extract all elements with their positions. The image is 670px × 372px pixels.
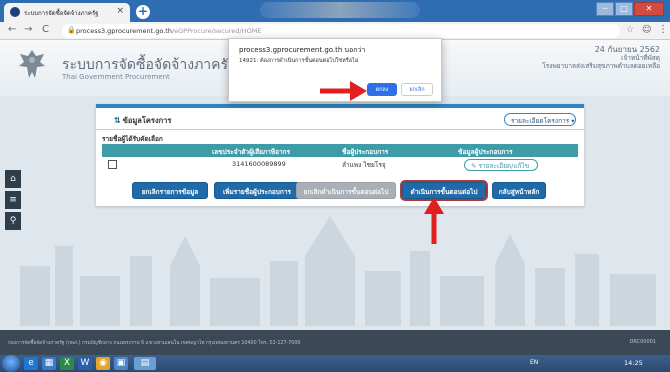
row-checkbox[interactable] <box>108 160 117 169</box>
edit-details-label: รายละเอียด/แก้ไข <box>478 162 530 170</box>
windows-start-button[interactable] <box>2 355 20 372</box>
new-tab-button[interactable]: + <box>136 5 150 19</box>
table-row: 3141600089899 ลำแพง ไชยโรจุ ✎ รายละเอียด… <box>102 157 578 172</box>
action-button-row: ยกเลิกรายการข้อมูล เพิ่มรายชื่อผู้ประกอบ… <box>96 180 584 202</box>
site-footer: กองการจัดซื้อจัดจ้างภาครัฐ (กพภ.) กรมบัญ… <box>0 330 670 355</box>
edit-icon: ✎ <box>471 162 477 170</box>
title-bar-blur <box>260 2 420 18</box>
site-favicon-icon <box>10 7 20 17</box>
browser-menu-icon[interactable]: ⋮ <box>658 24 668 35</box>
forward-arrow-icon[interactable]: → <box>24 24 32 35</box>
site-subtitle: Thai Government Procurement <box>62 73 170 81</box>
selected-vendors-label: รายชื่อผู้ได้รับคัดเลือก <box>102 135 163 143</box>
dialog-cancel-button[interactable]: ยกเลิก <box>401 83 433 96</box>
window-maximize-button[interactable]: □ <box>615 2 633 16</box>
dialog-title: process3.gprocurement.go.th บอกว่า <box>239 46 366 54</box>
footer-address: กองการจัดซื้อจัดจ้างภาครัฐ (กพภ.) กรมบัญ… <box>8 341 301 346</box>
window-controls: ─ □ ✕ <box>596 2 664 18</box>
ppt-icon[interactable]: ▣ <box>114 357 128 370</box>
home-icon[interactable]: ⌂ <box>5 170 21 188</box>
tab-title: ระบบการจัดซื้อจัดจ้างภาครัฐ <box>24 10 99 17</box>
browser-tab-bar: ระบบการจัดซื้อจัดจ้างภาครัฐ × + ─ □ ✕ <box>0 0 670 22</box>
reload-icon[interactable]: C <box>42 24 49 35</box>
cancel-info-button[interactable]: ยกเลิกรายการข้อมูล <box>132 182 208 199</box>
search-icon[interactable]: ⚲ <box>5 212 21 230</box>
footer-code: DRC00001 <box>629 339 656 345</box>
annotation-arrow-right-icon <box>320 81 367 101</box>
back-arrow-icon[interactable]: ← <box>8 24 16 35</box>
garuda-emblem-icon <box>19 50 45 78</box>
cell-vendor-name: ลำแพง ไชยโรจุ <box>342 161 386 169</box>
active-window-icon[interactable]: ▤ <box>134 357 156 370</box>
annotation-arrow-up-icon <box>424 197 444 244</box>
table-header: เลขประจำตัวผู้เสียภาษีอากร ชื่อผู้ประกอบ… <box>102 144 578 157</box>
column-header-vendor-info: ข้อมูลผู้ประกอบการ <box>458 148 513 156</box>
profile-icon[interactable]: ☺ <box>642 25 651 35</box>
add-vendor-button[interactable]: เพิ่มรายชื่อผู้ประกอบการ <box>214 182 300 199</box>
system-clock[interactable]: 14:25 <box>624 359 643 367</box>
language-indicator[interactable]: EN <box>530 359 538 366</box>
windows-taskbar: e ▦ X W ◉ ▣ ▤ EN 14:25 <box>0 355 670 372</box>
cell-tax-id: 3141600089899 <box>232 160 286 168</box>
side-menu: ⌂ ≡ ⚲ <box>5 170 21 233</box>
ie-icon[interactable]: e <box>24 357 38 370</box>
column-header-vendor-name: ชื่อผู้ประกอบการ <box>342 148 389 156</box>
menu-icon[interactable]: ≡ <box>5 191 21 209</box>
project-info-card: ⇅ ข้อมูลโครงการ รายละเอียดโครงการ ▾ รายชื… <box>96 104 584 206</box>
card-header: ⇅ ข้อมูลโครงการ รายละเอียดโครงการ ▾ <box>96 108 584 130</box>
agency-name-link[interactable]: โรงพยาบาลส่งเสริมสุขภาพตำบลดอยเหลือ <box>542 61 660 71</box>
dialog-ok-button[interactable]: ตกลง <box>367 83 397 96</box>
card-title-text: ข้อมูลโครงการ <box>122 116 172 125</box>
project-detail-dropdown[interactable]: รายละเอียดโครงการ ▾ <box>504 113 576 126</box>
card-title: ⇅ ข้อมูลโครงการ <box>114 115 171 127</box>
excel-icon[interactable]: X <box>60 357 74 370</box>
browser-tab[interactable]: ระบบการจัดซื้อจัดจ้างภาครัฐ × <box>4 3 130 22</box>
window-minimize-button[interactable]: ─ <box>596 2 614 16</box>
dialog-message: 14921: ต้องการดำเนินการขั้นตอนต่อไปใช่หร… <box>239 58 359 64</box>
url-input[interactable]: 🔒 process3.gprocurement.go.th/eGPProcure… <box>62 24 620 38</box>
word-icon[interactable]: W <box>78 357 92 370</box>
cancel-next-step-button[interactable]: ยกเลิกดำเนินการขั้นตอนต่อไป <box>296 182 396 199</box>
url-host: process3.gprocurement.go.th <box>76 27 172 35</box>
bookmark-star-icon[interactable]: ☆ <box>626 25 634 35</box>
url-path: /eGPProcure/secured/HOME <box>171 27 262 35</box>
tree-icon: ⇅ <box>114 116 121 125</box>
explorer-icon[interactable]: ▦ <box>42 357 56 370</box>
back-home-button[interactable]: กลับสู่หน้าหลัก <box>492 182 546 199</box>
next-step-button[interactable]: ดำเนินการขั้นตอนต่อไป <box>400 180 488 201</box>
window-close-button[interactable]: ✕ <box>634 2 664 16</box>
chrome-icon[interactable]: ◉ <box>96 357 110 370</box>
skyline-background <box>20 216 656 326</box>
lock-icon: 🔒 <box>67 26 76 34</box>
edit-details-button[interactable]: ✎ รายละเอียด/แก้ไข <box>464 159 538 171</box>
column-header-tax-id: เลขประจำตัวผู้เสียภาษีอากร <box>212 148 291 156</box>
tab-close-icon[interactable]: × <box>116 6 124 16</box>
